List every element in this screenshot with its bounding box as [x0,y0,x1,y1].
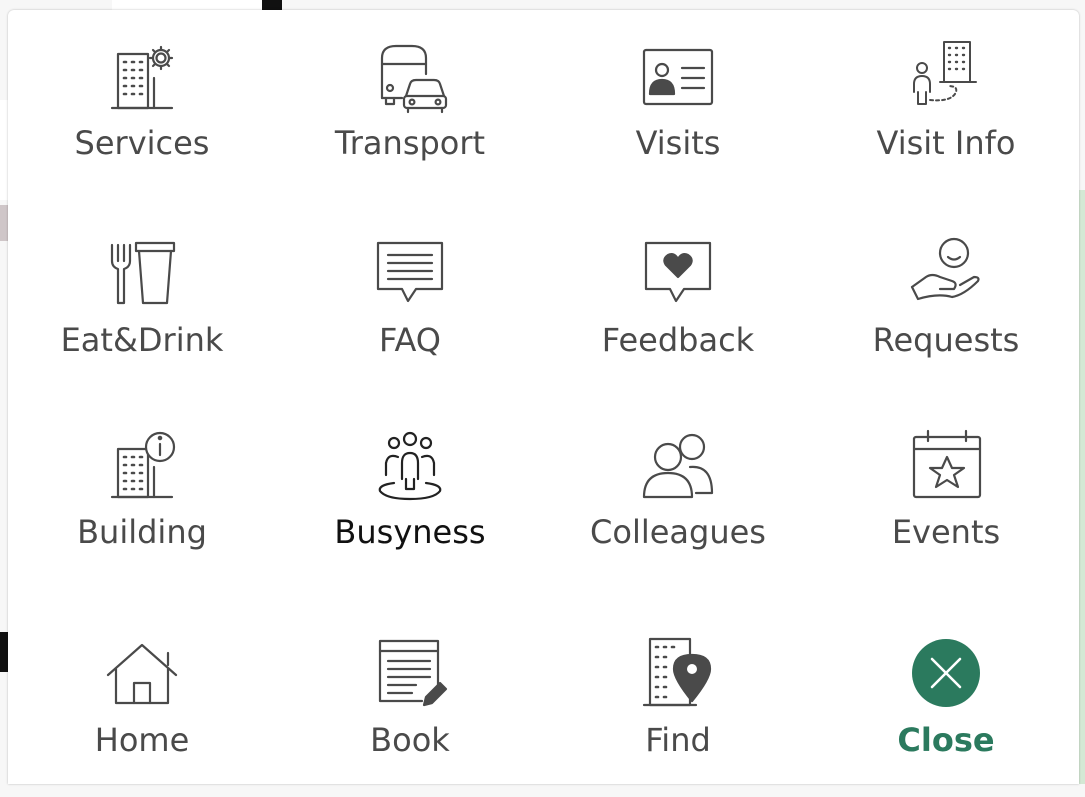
menu-item-home[interactable]: Home [8,607,276,797]
menu-item-label: Close [897,721,995,759]
menu-item-label: Transport [334,124,486,162]
background-fragment-dark [262,0,282,10]
house-icon [104,635,180,711]
menu-item-find[interactable]: Find [544,607,812,797]
building-info-icon [104,427,180,503]
background-fragment-top [112,0,262,10]
menu-item-label: Visit Info [876,124,1016,162]
building-gear-icon [104,38,180,114]
visitor-route-icon [908,38,984,114]
menu-item-label: Book [370,721,450,759]
background-fragment-left [0,205,8,241]
menu-item-label: Find [645,721,711,759]
menu-item-events[interactable]: Events [812,399,1080,589]
heart-bubble-icon [640,235,716,311]
menu-item-colleagues[interactable]: Colleagues [544,399,812,589]
close-icon [908,635,984,711]
menu-item-busyness[interactable]: Busyness [276,399,544,589]
id-card-icon [640,38,716,114]
menu-item-visits[interactable]: Visits [544,10,812,200]
menu-item-label: Busyness [334,513,486,551]
hand-person-icon [908,235,984,311]
menu-item-label: Feedback [601,321,755,359]
close-menu-button[interactable]: Close [812,607,1080,797]
menu-item-requests[interactable]: Requests [812,207,1080,397]
people-icon [640,427,716,503]
menu-item-label: Requests [872,321,1020,359]
crowd-icon [372,427,448,503]
menu-item-visit-info[interactable]: Visit Info [812,10,1080,200]
menu-item-feedback[interactable]: Feedback [544,207,812,397]
background-fragment-left-dark [0,632,8,672]
menu-item-label: Events [891,513,1001,551]
menu-item-label: Eat&Drink [60,321,224,359]
menu-item-faq[interactable]: FAQ [276,207,544,397]
calendar-star-icon [908,427,984,503]
chat-bubble-icon [372,235,448,311]
menu-item-transport[interactable]: Transport [276,10,544,200]
menu-item-label: Visits [635,124,721,162]
menu-item-label: FAQ [379,321,441,359]
document-pencil-icon [372,635,448,711]
menu-item-building[interactable]: Building [8,399,276,589]
navigation-menu-panel: Services Transport Visits Visit Info Eat… [8,10,1079,784]
menu-item-book[interactable]: Book [276,607,544,797]
menu-item-label: Services [74,124,210,162]
menu-item-label: Home [94,721,190,759]
fork-cup-icon [104,235,180,311]
background-fragment-left-white [0,100,8,200]
building-pin-icon [640,635,716,711]
bus-car-icon [372,38,448,114]
menu-item-eat-drink[interactable]: Eat&Drink [8,207,276,397]
menu-item-label: Colleagues [590,513,766,551]
menu-item-label: Building [77,513,207,551]
menu-item-services[interactable]: Services [8,10,276,200]
